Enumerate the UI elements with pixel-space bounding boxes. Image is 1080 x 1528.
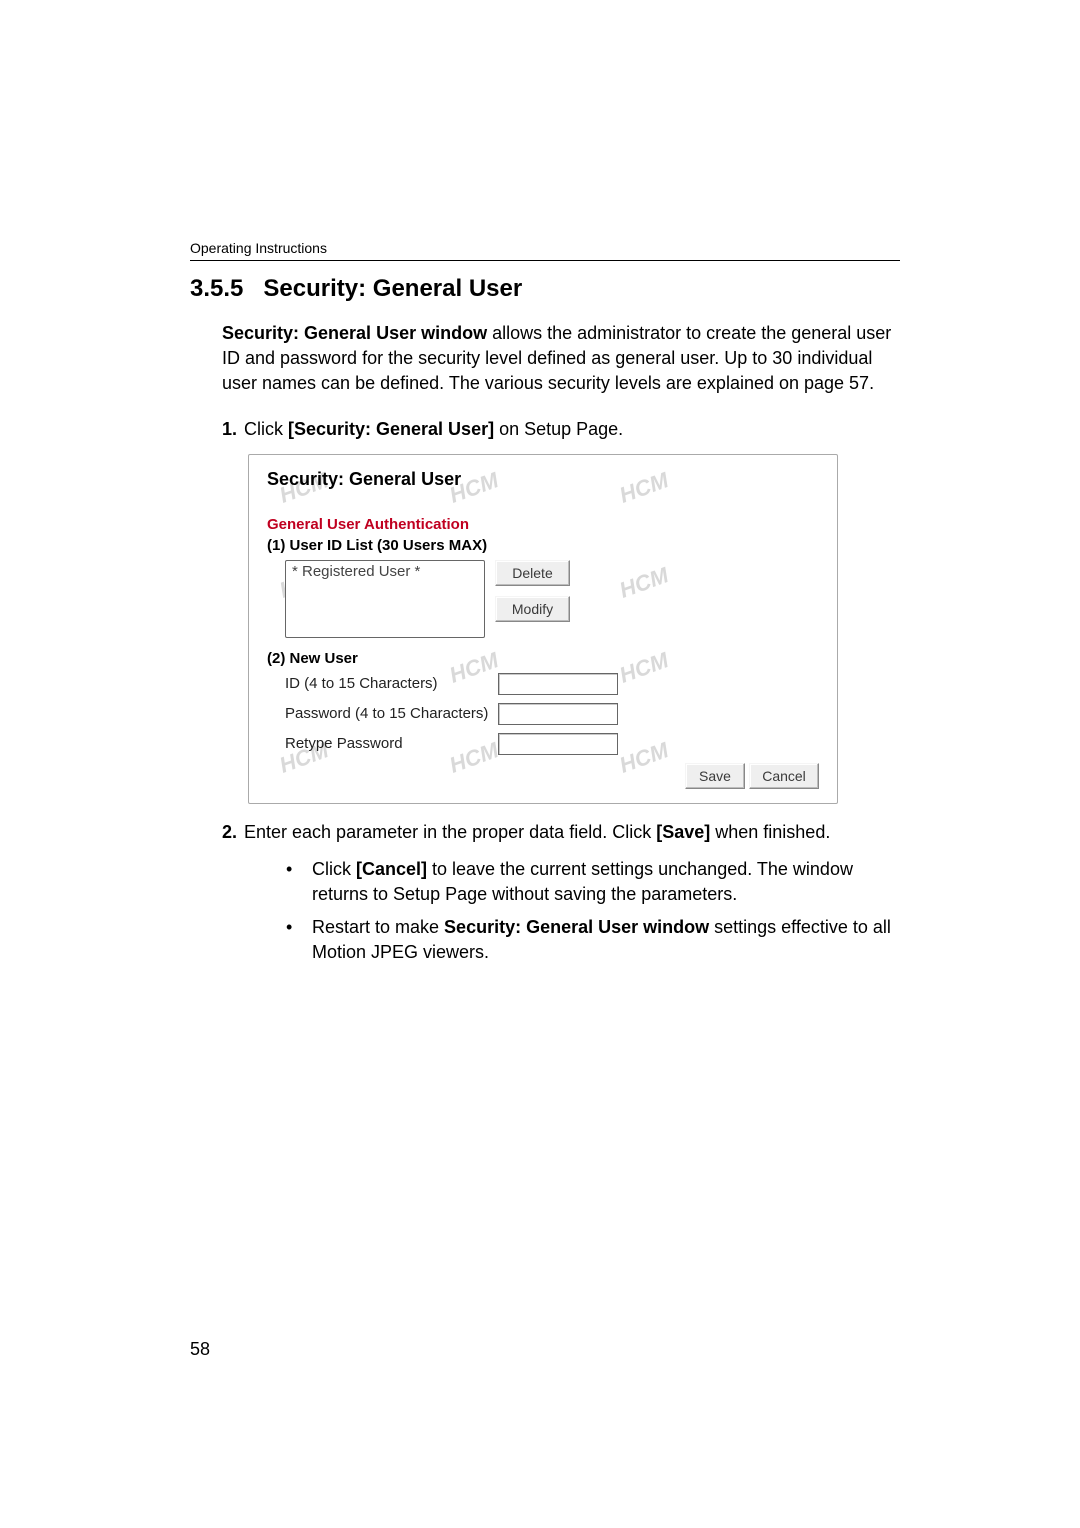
step-1: 1. Click [Security: General User] on Set… bbox=[222, 419, 900, 440]
step-2-bullets: Click [Cancel] to leave the current sett… bbox=[286, 857, 900, 966]
section-title-text: Security: General User bbox=[263, 275, 522, 302]
registered-user-placeholder[interactable]: * Registered User * bbox=[290, 563, 480, 582]
section-number: 3.5.5 bbox=[190, 275, 243, 302]
step-2-pre: Enter each parameter in the proper data … bbox=[244, 822, 656, 842]
delete-button[interactable]: Delete bbox=[495, 560, 570, 586]
new-user-heading: (2) New User bbox=[267, 650, 819, 667]
settings-panel-screenshot: HCM HCM HCM HCM HCM HCM HCM HCM HCM HCM … bbox=[248, 454, 838, 804]
step-2-number: 2. bbox=[222, 822, 244, 843]
step-1-pre: Click bbox=[244, 419, 288, 439]
bullet-restart: Restart to make Security: General User w… bbox=[286, 915, 900, 965]
step-2-bold: [Save] bbox=[656, 822, 710, 842]
step-1-bold: [Security: General User] bbox=[288, 419, 494, 439]
running-header: Operating Instructions bbox=[190, 240, 900, 256]
step-2-post: when finished. bbox=[710, 822, 830, 842]
user-id-listbox[interactable]: * Registered User * bbox=[285, 560, 485, 638]
bullet-restart-bold: Security: General User window bbox=[444, 917, 709, 937]
header-rule bbox=[190, 260, 900, 261]
password-label: Password (4 to 15 Characters) bbox=[267, 705, 492, 722]
id-input[interactable] bbox=[498, 673, 618, 695]
bullet-cancel-bold: [Cancel] bbox=[356, 859, 427, 879]
auth-heading: General User Authentication bbox=[267, 516, 819, 533]
step-1-post: on Setup Page. bbox=[494, 419, 623, 439]
step-2: 2. Enter each parameter in the proper da… bbox=[222, 822, 900, 843]
retype-password-input[interactable] bbox=[498, 733, 618, 755]
panel-title: Security: General User bbox=[267, 469, 819, 490]
save-button[interactable]: Save bbox=[685, 763, 745, 789]
bullet-cancel: Click [Cancel] to leave the current sett… bbox=[286, 857, 900, 907]
modify-button[interactable]: Modify bbox=[495, 596, 570, 622]
password-input[interactable] bbox=[498, 703, 618, 725]
bullet-restart-pre: Restart to make bbox=[312, 917, 444, 937]
user-id-list-heading: (1) User ID List (30 Users MAX) bbox=[267, 537, 819, 554]
step-1-number: 1. bbox=[222, 419, 244, 440]
intro-lead-bold: Security: General User window bbox=[222, 323, 487, 343]
bullet-cancel-pre: Click bbox=[312, 859, 356, 879]
id-label: ID (4 to 15 Characters) bbox=[267, 675, 492, 692]
cancel-button[interactable]: Cancel bbox=[749, 763, 819, 789]
page-number: 58 bbox=[190, 1339, 210, 1360]
section-heading: 3.5.5 Security: General User bbox=[190, 275, 900, 303]
intro-paragraph: Security: General User window allows the… bbox=[222, 321, 900, 397]
retype-password-label: Retype Password bbox=[267, 735, 492, 752]
